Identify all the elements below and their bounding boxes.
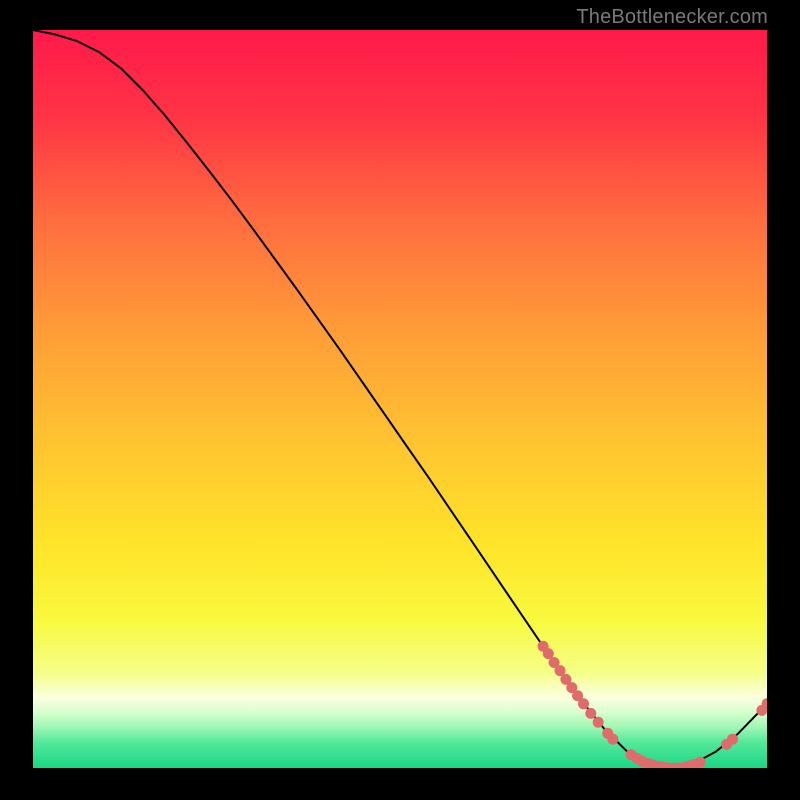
data-point	[727, 734, 738, 745]
data-point	[585, 708, 596, 719]
chart-area	[33, 30, 767, 768]
gradient-background	[33, 30, 767, 768]
chart-svg	[33, 30, 767, 768]
attribution-label: TheBottlenecker.com	[576, 6, 768, 29]
data-point	[593, 717, 604, 728]
data-point	[607, 734, 618, 745]
data-point	[695, 757, 706, 768]
data-point	[578, 698, 589, 709]
